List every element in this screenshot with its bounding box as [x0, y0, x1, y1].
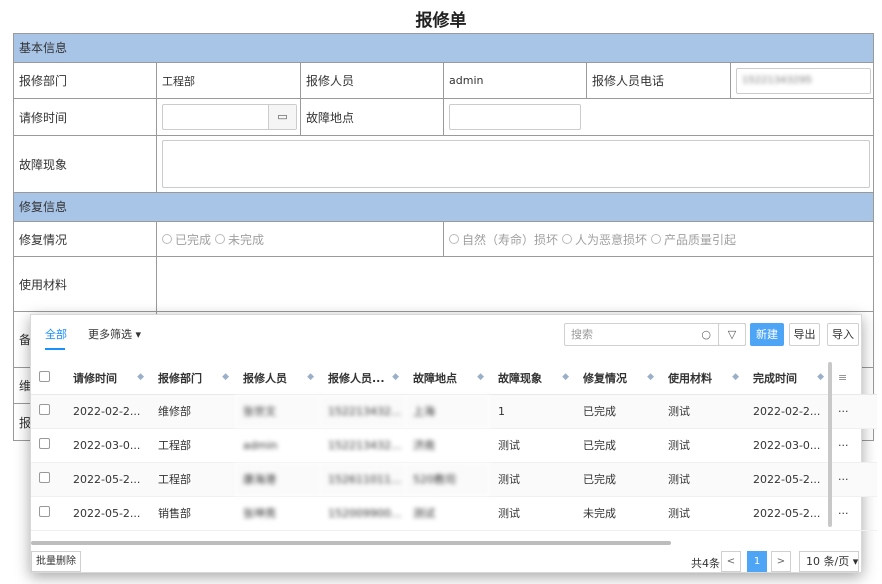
new-button[interactable]: 新建 [750, 323, 784, 346]
import-button[interactable]: 导入 [827, 323, 859, 346]
row-more-icon[interactable]: ··· [830, 496, 877, 531]
table-row[interactable]: 2022-03-0... 工程部 admin 152213432... 济南 测… [31, 428, 877, 463]
fault-place-field[interactable] [449, 104, 581, 130]
filter-icon[interactable]: ▽ [718, 323, 746, 346]
sort-icon[interactable]: ◆ [732, 372, 739, 382]
row-checkbox[interactable] [39, 506, 50, 517]
page-1-button[interactable]: 1 [747, 551, 767, 572]
phone-field[interactable]: 15221343295 [736, 67, 871, 94]
material-label: 使用材料 [14, 257, 157, 311]
page-title: 报修单 [415, 11, 467, 31]
horizontal-scrollbar[interactable] [31, 541, 671, 545]
material-field[interactable] [157, 257, 873, 311]
repair-table: 请修时间 ◆ 报修部门 ◆ 报修人员 ◆ 报修人员... ◆ 故障地点 ◆ 故障现象 ◆ 修… [31, 362, 877, 531]
cause-radio-human[interactable] [562, 234, 573, 244]
prev-page-button[interactable]: < [721, 551, 741, 572]
table-row[interactable]: 2022-02-2... 维修部 张世文 152213432... 上海 1 已… [31, 394, 877, 429]
status-radio-group: 已完成 未完成 [157, 222, 444, 256]
col-material[interactable]: 使用材料 ◆ [660, 362, 745, 395]
sort-icon[interactable]: ◆ [647, 372, 654, 382]
status-radio-undone[interactable] [215, 234, 226, 244]
col-repair-time[interactable]: 请修时间 ◆ [65, 362, 150, 395]
tab-more-filters[interactable]: 更多筛选 ▾ [88, 326, 141, 342]
time-label: 请修时间 [14, 99, 157, 135]
col-status[interactable]: 修复情况 ◆ [575, 362, 660, 395]
symptom-textarea[interactable] [162, 140, 870, 188]
cause-radio-quality[interactable] [651, 234, 662, 244]
status-radio-done[interactable] [162, 234, 172, 244]
calendar-icon[interactable]: ▭ [268, 105, 296, 129]
table-row[interactable]: 2022-05-2... 工程部 康海港 152611011... 520教司 … [31, 462, 877, 497]
phone-value: 15221343295 [742, 74, 812, 86]
total-count: 共4条 [691, 557, 720, 570]
row-checkbox[interactable] [39, 404, 50, 415]
sort-icon[interactable]: ◆ [222, 372, 229, 382]
select-all-checkbox[interactable] [39, 370, 50, 382]
person-label: 报修人员 [301, 63, 444, 98]
col-dept[interactable]: 报修部门 ◆ [150, 362, 235, 395]
status-label: 修复情况 [14, 222, 157, 256]
row-more-icon[interactable]: ··· [830, 394, 877, 429]
row-checkbox[interactable] [39, 438, 50, 449]
phone-label: 报修人员电话 [587, 63, 731, 98]
repair-list-panel: 全部 更多筛选 ▾ 搜索 ○ ▽ 新建 导出 导入 请修时间 ◆ 报修部门 ◆ 报修… [30, 314, 877, 573]
symptom-label: 故障现象 [14, 136, 157, 192]
col-phone[interactable]: 报修人员... ◆ [320, 362, 405, 395]
section-basic-info: 基本信息 [14, 34, 873, 63]
person-value[interactable]: admin [444, 63, 587, 98]
column-settings-icon[interactable]: ≡ [830, 362, 877, 395]
bulk-delete-button[interactable]: 批量删除 [31, 551, 81, 572]
place-label: 故障地点 [301, 99, 444, 135]
sort-icon[interactable]: ◆ [307, 372, 314, 382]
sort-icon[interactable]: ◆ [562, 372, 569, 382]
tab-active-indicator [45, 348, 65, 350]
row-more-icon[interactable]: ··· [830, 462, 877, 497]
next-page-button[interactable]: > [771, 551, 791, 572]
sort-icon[interactable]: ◆ [392, 372, 399, 382]
sort-icon[interactable]: ◆ [477, 372, 484, 382]
col-person[interactable]: 报修人员 ◆ [235, 362, 320, 395]
col-symptom[interactable]: 故障现象 ◆ [490, 362, 575, 395]
tab-all[interactable]: 全部 [45, 326, 67, 342]
sort-icon[interactable]: ◆ [137, 372, 144, 382]
caret-down-icon: ▾ [852, 555, 859, 568]
col-place[interactable]: 故障地点 ◆ [405, 362, 490, 395]
repair-time-field[interactable]: ▭ [162, 104, 297, 130]
search-icon[interactable]: ○ [701, 324, 711, 345]
dept-value[interactable]: 工程部 [157, 63, 301, 98]
table-header: 请修时间 ◆ 报修部门 ◆ 报修人员 ◆ 报修人员... ◆ 故障地点 ◆ 故障现象 ◆ 修… [31, 362, 877, 395]
cause-radio-natural[interactable] [449, 234, 459, 244]
section-repair-info: 修复信息 [14, 193, 873, 222]
sort-icon[interactable]: ◆ [817, 372, 824, 382]
dept-label: 报修部门 [14, 63, 157, 98]
cause-radio-group: 自然（寿命）损坏 人为恶意损坏 产品质量引起 [444, 222, 873, 256]
page-size-select[interactable]: 10 条/页 ▾ [799, 551, 859, 572]
vertical-scrollbar[interactable] [828, 362, 832, 527]
row-more-icon[interactable]: ··· [830, 428, 877, 463]
col-done-time[interactable]: 完成时间 ◆ [745, 362, 830, 395]
export-button[interactable]: 导出 [789, 323, 820, 346]
table-row[interactable]: 2022-05-2... 销售部 张坤亮 152009900... 测试 测试 … [31, 496, 877, 531]
row-checkbox[interactable] [39, 472, 50, 483]
caret-down-icon: ▾ [135, 328, 142, 341]
